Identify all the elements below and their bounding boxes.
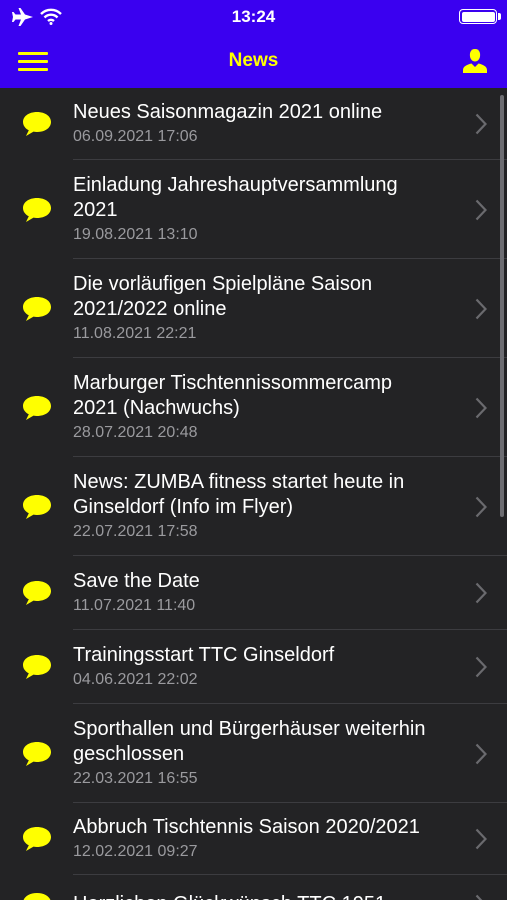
news-title: Die vorläufigen Spielpläne Saison 2021/2… [73, 273, 373, 320]
news-row[interactable]: News: ZUMBA fitness startet heute in Gin… [0, 457, 507, 556]
navbar: News [0, 34, 507, 88]
chevron-right-icon [475, 397, 487, 418]
news-row[interactable]: Die vorläufigen Spielpläne Saison 2021/2… [0, 259, 507, 358]
news-date: 22.07.2021 17:58 [73, 523, 198, 540]
battery-icon [459, 9, 501, 24]
chevron-right-icon [475, 656, 487, 678]
user-icon[interactable] [463, 48, 487, 73]
news-title: Trainingsstart TTC Ginseldorf [73, 644, 335, 666]
speech-bubble-icon [23, 395, 51, 420]
news-date: 04.06.2021 22:02 [73, 671, 198, 688]
news-row[interactable]: Abbruch Tischtennis Saison 2020/2021 12.0… [0, 803, 507, 875]
news-title: Einladung Jahreshauptversammlung 2021 [73, 174, 398, 221]
news-title: Neues Saisonmagazin 2021 online [73, 101, 383, 123]
news-row[interactable]: Sporthallen und Bürgerhäuser weiterhin g… [0, 704, 507, 803]
news-date: 22.03.2021 16:55 [73, 770, 198, 787]
news-title: Save the Date [73, 570, 200, 592]
news-date: 11.08.2021 22:21 [73, 325, 197, 342]
news-row[interactable]: Einladung Jahreshauptversammlung 2021 19.… [0, 160, 507, 259]
chevron-right-icon [475, 113, 487, 135]
speech-bubble-icon [23, 296, 51, 321]
news-title: Abbruch Tischtennis Saison 2020/2021 [73, 816, 420, 838]
top-bar: 13:24 News [0, 0, 507, 88]
speech-bubble-icon [23, 741, 51, 766]
news-list[interactable]: Neues Saisonmagazin 2021 online 06.09.202… [0, 88, 507, 900]
chevron-right-icon [475, 828, 487, 850]
news-date: 28.07.2021 20:48 [73, 424, 198, 441]
status-time: 13:24 [231, 7, 276, 26]
page-title: News [228, 50, 279, 71]
news-date: 06.09.2021 17:06 [73, 128, 198, 145]
news-title: Marburger Tischtennissommercamp 2021 (Na… [73, 372, 392, 419]
chevron-right-icon [475, 582, 487, 604]
speech-bubble-icon [23, 893, 51, 900]
chevron-right-icon [475, 496, 487, 517]
news-date: 12.02.2021 09:27 [73, 843, 198, 860]
speech-bubble-icon [23, 655, 51, 679]
scrollbar[interactable] [500, 95, 504, 517]
status-bar: 13:24 [0, 0, 507, 34]
news-row[interactable]: Save the Date 11.07.2021 11:40 [0, 556, 507, 630]
news-row[interactable]: Neues Saisonmagazin 2021 online 06.09.202… [0, 88, 507, 160]
speech-bubble-icon [23, 197, 51, 222]
news-title: News: ZUMBA fitness startet heute in Gin… [73, 471, 405, 518]
news-date: 11.07.2021 11:40 [73, 597, 196, 614]
news-date: 19.08.2021 13:10 [73, 226, 198, 243]
speech-bubble-icon [23, 827, 51, 851]
chevron-right-icon [475, 199, 487, 220]
chevron-right-icon [475, 298, 487, 319]
speech-bubble-icon [23, 494, 51, 519]
news-title: Herzlichen Glückwünsch TTC 1951 [73, 892, 437, 900]
news-title: Sporthallen und Bürgerhäuser weiterhin g… [73, 718, 426, 765]
speech-bubble-icon [23, 112, 51, 136]
news-row[interactable]: Marburger Tischtennissommercamp 2021 (Na… [0, 358, 507, 457]
chevron-right-icon [475, 894, 483, 900]
news-row[interactable]: Trainingsstart TTC Ginseldorf 04.06.2021 … [0, 630, 507, 704]
news-row[interactable]: Herzlichen Glückwünsch TTC 1951 [0, 875, 507, 900]
speech-bubble-icon [23, 581, 51, 605]
chevron-right-icon [475, 743, 487, 764]
